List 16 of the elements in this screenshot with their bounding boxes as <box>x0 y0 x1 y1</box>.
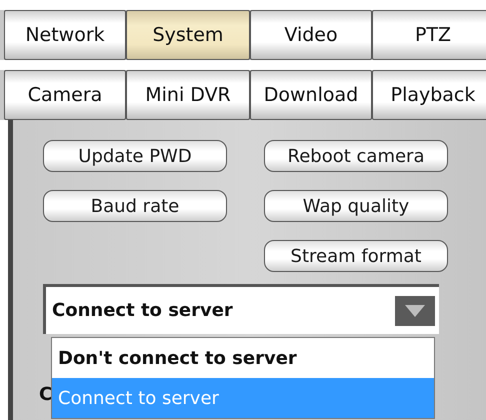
field-label: C <box>39 384 52 405</box>
tab[interactable]: Camera <box>4 70 126 120</box>
tab[interactable]: Download <box>250 70 372 120</box>
tab[interactable]: PTZ <box>372 10 486 60</box>
action-button[interactable]: Baud rate <box>43 190 227 222</box>
action-button[interactable]: Wap quality <box>264 190 448 222</box>
action-button[interactable]: Update PWD <box>43 140 227 172</box>
tab[interactable]: Playback <box>372 70 486 120</box>
dropdown-option[interactable]: Don't connect to server <box>52 338 434 378</box>
tab[interactable]: Network <box>4 10 126 60</box>
tab[interactable]: Video <box>250 10 372 60</box>
action-button[interactable]: Stream format <box>264 240 448 272</box>
action-button[interactable]: Reboot camera <box>264 140 448 172</box>
tab[interactable]: System <box>126 10 250 60</box>
tab[interactable]: Mini DVR <box>126 70 250 120</box>
server-dropdown[interactable]: Connect to server <box>43 284 439 334</box>
